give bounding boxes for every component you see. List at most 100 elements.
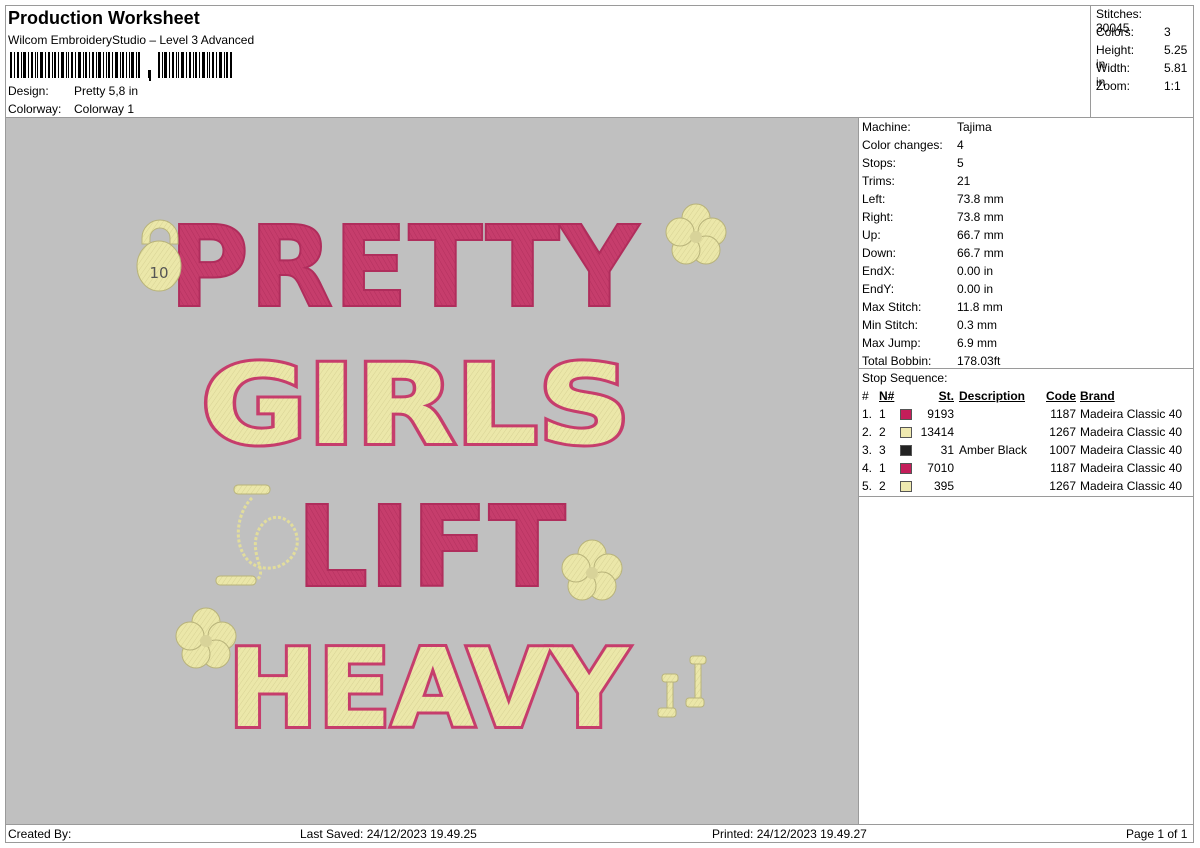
colors-row: Colors: 3	[1096, 25, 1171, 39]
zoom-label: Zoom:	[1096, 79, 1131, 93]
machine-info-label: Stops:	[862, 156, 897, 170]
flower-icon	[665, 203, 727, 265]
color-swatch	[900, 445, 912, 456]
machine-info-row: Down: 66.7 mm	[862, 246, 1004, 260]
color-swatch	[900, 481, 912, 492]
machine-info-label: Down:	[862, 246, 897, 260]
stop-index: 2.	[862, 425, 873, 439]
machine-info-row: Up: 66.7 mm	[862, 228, 1004, 242]
stitch-count: 31	[940, 443, 954, 457]
stop-sequence-title: Stop Sequence:	[862, 371, 948, 385]
machine-info-label: Left:	[862, 192, 886, 206]
worksheet-header: Production Worksheet Wilcom EmbroiderySt…	[6, 6, 1090, 117]
stop-index: 4.	[862, 461, 873, 475]
stop-sequence-row[interactable]: 3. 3 31 Amber Black 1007 Madeira Classic 40	[862, 443, 1192, 461]
thread-code: 1007	[1049, 443, 1076, 457]
design-row: Design: Pretty 5,8 in	[8, 84, 138, 98]
machine-info-row: Trims: 21	[862, 174, 970, 188]
machine-info-label: Min Stitch:	[862, 318, 919, 332]
stitch-count: 9193	[927, 407, 954, 421]
col-n: N#	[879, 389, 895, 403]
colors-label: Colors:	[1096, 25, 1135, 39]
stitch-count: 13414	[920, 425, 954, 439]
machine-info-value: Tajima	[957, 120, 992, 134]
stop-index: 1.	[862, 407, 873, 421]
needle-number: 1	[879, 407, 886, 421]
machine-info-label: EndX:	[862, 264, 895, 278]
embroidery-artwork: PRETTY 10 GIRLS LIFT HEAVY	[136, 202, 727, 755]
machine-info-value: 73.8 mm	[957, 192, 1004, 206]
col-index: #	[862, 389, 869, 403]
machine-info-row: Max Stitch: 11.8 mm	[862, 300, 1003, 314]
thread-brand: Madeira Classic 40	[1080, 425, 1183, 439]
thread-brand: Madeira Classic 40	[1080, 479, 1183, 493]
stop-sequence-header: # N# St. Description Code Brand	[862, 389, 1192, 407]
color-swatch	[900, 463, 912, 474]
machine-info-row: Color changes: 4	[862, 138, 964, 152]
color-swatch	[900, 427, 912, 438]
design-canvas[interactable]: PRETTY 10 GIRLS LIFT HEAVY	[6, 118, 858, 824]
machine-info-row: Right: 73.8 mm	[862, 210, 1004, 224]
thread-code: 1267	[1049, 425, 1076, 439]
created-by: Created By:	[8, 827, 72, 841]
machine-info-value: 0.3 mm	[957, 318, 998, 332]
machine-info-row: EndX: 0.00 in	[862, 264, 993, 278]
barcode-icon	[10, 52, 232, 81]
machine-info-label: Color changes:	[862, 138, 943, 152]
printed-date: Printed: 24/12/2023 19.49.27	[712, 827, 867, 841]
kettlebell-icon: 10	[136, 219, 182, 292]
stop-sequence-row[interactable]: 4. 1 7010 1187 Madeira Classic 40	[862, 461, 1192, 479]
stop-index: 5.	[862, 479, 873, 493]
needle-number: 3	[879, 443, 886, 457]
colors-value: 3	[1164, 25, 1171, 39]
artwork-line-girls: GIRLS	[201, 341, 631, 469]
machine-info-panel: Machine: Tajima Color changes: 4 Stops: 5 Trim…	[859, 118, 1194, 824]
machine-info-value: 0.00 in	[957, 264, 994, 278]
col-stitches: St.	[938, 389, 954, 403]
needle-number: 2	[879, 425, 886, 439]
stop-sequence-row[interactable]: 1. 1 9193 1187 Madeira Classic 40	[862, 407, 1192, 425]
stitches-label: Stitches:	[1096, 7, 1143, 21]
artwork-line-lift: LIFT	[296, 483, 566, 613]
machine-info-value: 5	[957, 156, 964, 170]
machine-info-row: Min Stitch: 0.3 mm	[862, 318, 997, 332]
machine-info-value: 6.9 mm	[957, 336, 998, 350]
design-value: Pretty 5,8 in	[74, 84, 139, 98]
width-label: Width:	[1096, 61, 1131, 75]
machine-info-row: EndY: 0.00 in	[862, 282, 993, 296]
thread-brand: Madeira Classic 40	[1080, 443, 1183, 457]
color-swatch	[900, 409, 912, 420]
stop-sequence-row[interactable]: 2. 2 13414 1267 Madeira Classic 40	[862, 425, 1192, 443]
color-description: Amber Black	[959, 443, 1028, 457]
design-label: Design:	[8, 84, 49, 98]
colorway-row: Colorway: Colorway 1	[8, 102, 134, 116]
machine-info-value: 4	[957, 138, 964, 152]
machine-info-label: Machine:	[862, 120, 911, 134]
machine-info-label: EndY:	[862, 282, 895, 296]
machine-info-value: 178.03ft	[957, 354, 1001, 368]
stitch-count: 395	[933, 479, 954, 493]
thread-code: 1187	[1050, 461, 1076, 475]
machine-info-value: 66.7 mm	[957, 228, 1004, 242]
thread-code: 1267	[1049, 479, 1076, 493]
col-description: Description	[959, 389, 1026, 403]
stats-box: Stitches:30045 Colors: 3 Height: 5.25 in W…	[1090, 5, 1194, 117]
flower-icon	[175, 607, 237, 669]
machine-info-label: Right:	[862, 210, 894, 224]
machine-info-value: 73.8 mm	[957, 210, 1004, 224]
thread-code: 1187	[1050, 407, 1076, 421]
machine-info-label: Max Stitch:	[862, 300, 922, 314]
thread-brand: Madeira Classic 40	[1080, 407, 1183, 421]
colorway-label: Colorway:	[8, 102, 62, 116]
thread-brand: Madeira Classic 40	[1080, 461, 1183, 475]
colorway-value: Colorway 1	[74, 102, 135, 116]
panel-divider	[859, 496, 1194, 497]
machine-info-row: Total Bobbin: 178.03ft	[862, 354, 1000, 368]
last-saved: Last Saved: 24/12/2023 19.49.25	[300, 827, 477, 841]
machine-info-row: Left: 73.8 mm	[862, 192, 1004, 206]
artwork-line-heavy: HEAVY	[228, 627, 630, 752]
machine-info-row: Stops: 5	[862, 156, 964, 170]
page-number: Page 1 of 1	[1126, 827, 1188, 841]
kettlebell-weight-label: 10	[149, 264, 168, 282]
stop-sequence-row[interactable]: 5. 2 395 1267 Madeira Classic 40	[862, 479, 1192, 497]
